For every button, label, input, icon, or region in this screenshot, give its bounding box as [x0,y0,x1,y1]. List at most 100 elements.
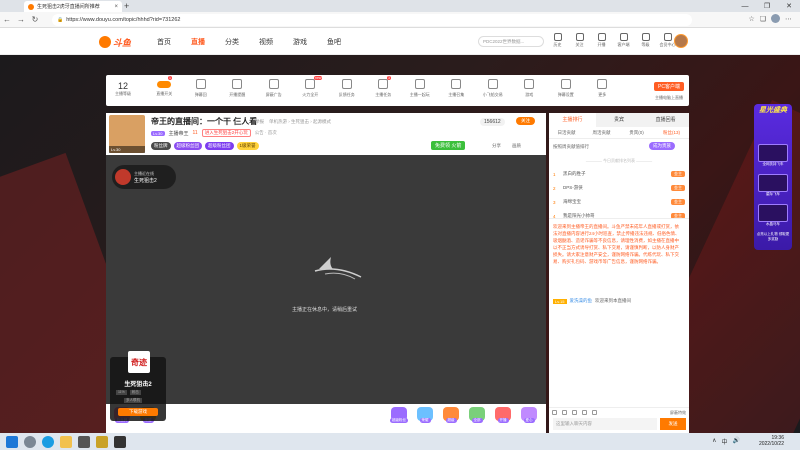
lottery-icon[interactable] [582,410,587,415]
pc-client-button[interactable]: PC客户端 [654,82,684,91]
profile-avatar[interactable] [771,14,780,23]
more-menu-icon[interactable]: ⋯ [785,15,792,23]
maximize-button[interactable]: ❐ [756,0,778,12]
tab-close-icon[interactable]: × [114,4,118,10]
user-avatar[interactable] [674,34,688,48]
address-bar[interactable]: 🔒 https://www.douyu.com/topic/hhhd?rid=7… [52,14,692,26]
video-player[interactable]: 主播近在线 生死狙击2 主播正在休息中，请稍后重试 奇迹 生死狙击2 11% 射… [106,155,546,421]
badge-pill[interactable]: 粉丝牌 [151,142,171,150]
file-explorer-icon[interactable] [60,435,72,448]
tab-noble[interactable]: 贵宾 [595,113,643,127]
tray-expand-icon[interactable]: ∧ [712,437,716,446]
promo-banner[interactable]: 星光盛典 全网扶持飞车 星际飞车 水晶马车 点亮以上礼物 领取更多奖励 [754,104,792,250]
nav-item[interactable]: 游戏 [293,37,307,47]
promo-item[interactable]: 水晶马车 [758,204,788,227]
header-icon-history[interactable]: 历史 [551,33,564,48]
function-item[interactable]: 主播召集 [438,79,475,98]
volume-icon[interactable]: 🔊 [733,437,740,446]
app-icon[interactable] [78,435,90,448]
header-icon-follow[interactable]: 关注 [573,33,586,48]
user-name[interactable]: 爱洗澡的鱼 [570,298,593,304]
anchor-avatar[interactable]: Lv.30 [109,115,145,153]
download-game-button[interactable]: 下载游戏 [118,408,158,416]
browser-tab[interactable]: 生死狙击2虎牙直播间所推荐 × [24,1,122,12]
clock[interactable]: 19:36 2022/10/22 [759,435,784,447]
anchor-level[interactable]: 12 主播等级 [112,81,134,97]
app-icon[interactable] [96,435,108,448]
rank-row[interactable]: 2 DPS-游侠 金主 [549,181,689,195]
video-anchor-badge[interactable]: 主播近在线 生死狙击2 [112,165,176,189]
function-item[interactable]: 弹幕设置 [548,79,585,98]
rank-tab[interactable]: 日活贡献 [549,127,584,138]
header-icon-vip[interactable]: 会员中心 [660,33,676,48]
game-promo-tag[interactable]: 进入生死狙击2开心玩 [201,129,251,137]
anchor-name[interactable]: 主播帝王 [169,130,189,137]
function-item[interactable]: 主播任务 3 [365,76,402,98]
gift-item[interactable]: 全部 [466,407,488,423]
gift-item[interactable]: 开播 [492,407,514,423]
rank-row[interactable]: 1 黑白的胜子 金主 [549,167,689,181]
douyu-logo[interactable]: 斗鱼 [99,35,133,49]
edge-browser-icon[interactable] [42,435,54,448]
category-breadcrumb[interactable]: 单机热游 › 生死狙击 › 起源模式 [269,119,331,125]
tab-rank[interactable]: 主播排行 [549,113,596,127]
gift-item[interactable]: 超级 [440,407,462,423]
refresh-icon[interactable]: ↻ [28,15,42,24]
rank-tab[interactable]: 贵宾(0) [619,127,654,138]
rank-row[interactable]: 3 海绵宝宝 金主 [549,195,689,209]
promo-item[interactable]: 全网扶持飞车 [758,144,788,167]
header-icon-level[interactable]: 等级 [639,33,652,48]
close-window-button[interactable]: ✕ [778,0,800,12]
windows-start-icon[interactable] [6,435,18,448]
nav-item[interactable]: 视频 [259,37,273,47]
nav-item[interactable]: 分类 [225,37,239,47]
site-search-input[interactable]: PDC2022世界数据... [478,36,544,47]
tab-replay[interactable]: 直播回看 [642,113,690,127]
gift-item[interactable]: 爱心 [518,407,540,423]
header-icon-broadcast[interactable]: 开播 [595,33,608,48]
function-item[interactable]: 直播开关 1 [146,76,183,98]
send-button[interactable]: 发送 [660,418,686,430]
badge-pill[interactable]: 超级粉丝团 [173,142,202,150]
gift-icon[interactable] [572,410,577,415]
favorites-star-icon[interactable]: ☆ [748,15,754,23]
function-item[interactable]: 屏蔽广告 [256,79,293,98]
report-link[interactable]: 举报 [255,119,264,125]
block-effects-toggle[interactable]: 屏蔽特效 [670,410,686,416]
chat-input[interactable]: 这里输入聊天内容 [553,418,657,430]
minimize-button[interactable]: — [734,0,756,12]
ime-icon[interactable]: 中 [722,437,728,446]
nav-item[interactable]: 首页 [157,37,171,47]
nav-item[interactable]: 直播 [191,37,205,47]
rank-tab[interactable]: 周活贡献 [584,127,619,138]
become-noble-button[interactable]: 成为贵族 [649,142,675,150]
collections-icon[interactable]: ❏ [760,15,766,23]
function-item[interactable]: 小飞船交易 [475,79,512,98]
fans-badge-icon[interactable] [562,410,567,415]
app-icon[interactable] [114,435,126,448]
function-item[interactable]: 弹幕回 [183,79,220,98]
barrage-icon[interactable] [592,410,597,415]
new-tab-button[interactable]: + [124,1,129,11]
nav-item[interactable]: 鱼吧 [327,37,341,47]
function-item[interactable]: 更多 [584,79,621,98]
function-item[interactable]: 主播一起玩 [402,79,439,98]
function-item[interactable]: 游戏 [511,79,548,98]
promo-item[interactable]: 星际飞车 [758,174,788,197]
badge-pill[interactable]: 超级粉丝团 [205,142,234,150]
function-item[interactable]: 开播提醒 [219,79,256,98]
emoji-icon[interactable] [552,410,557,415]
share-button[interactable]: 分享 [492,143,501,149]
forward-icon[interactable]: → [14,15,28,24]
gift-item[interactable]: 荣耀 [414,407,436,423]
gift-item[interactable]: 超级粉丝 [388,407,410,423]
badge-pill[interactable]: 1级荣誉 [236,142,259,150]
rank-tab[interactable]: 粉丝(13) [654,127,689,138]
follow-button[interactable]: 关注 [516,117,535,125]
quality-button[interactable]: 画质 [512,143,521,149]
back-icon[interactable]: ← [0,15,14,24]
free-gift-button[interactable]: 免费领 火箭 [431,141,466,150]
function-item[interactable]: 反馈任务 [329,79,366,98]
header-icon-client[interactable]: 客户端 [617,33,630,48]
search-icon[interactable] [24,435,36,448]
